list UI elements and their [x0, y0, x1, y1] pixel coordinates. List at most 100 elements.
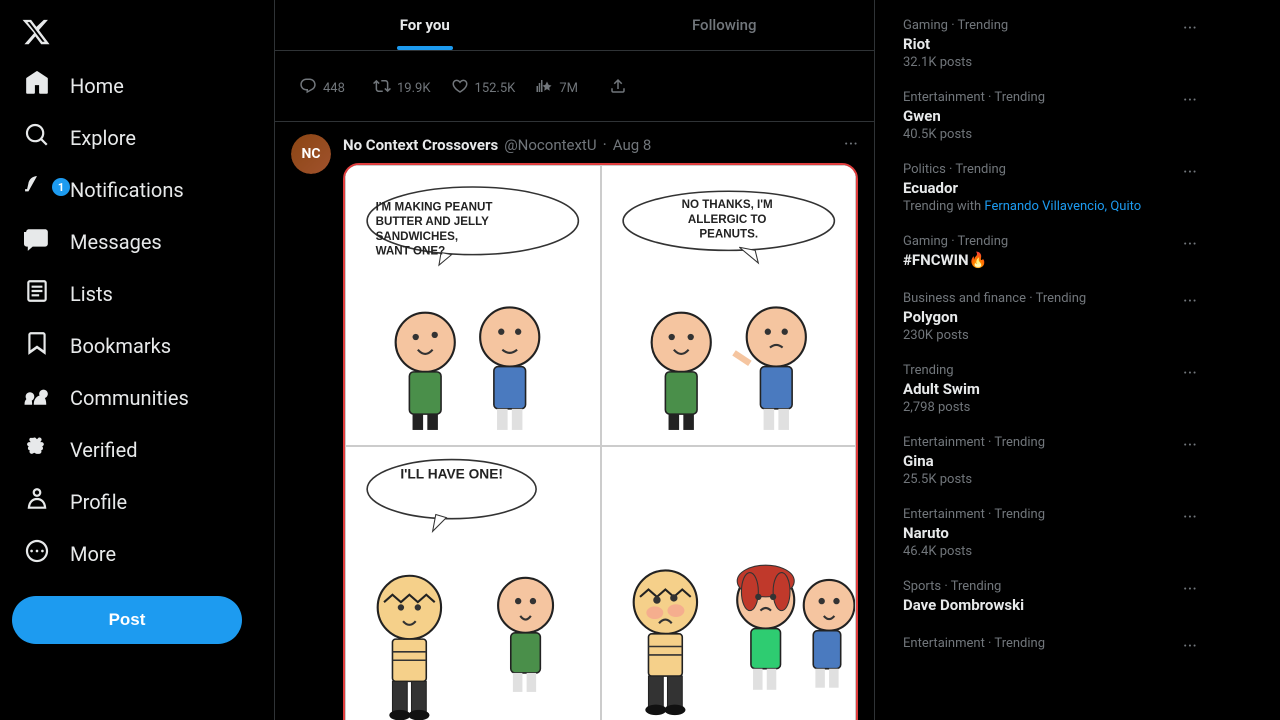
sidebar-item-messages[interactable]: Messages: [12, 216, 174, 268]
sidebar-item-verified-label: Verified: [70, 438, 138, 462]
trending-item-gwen[interactable]: Entertainment · Trending Gwen 40.5K post…: [891, 80, 1209, 152]
tweet-avatar: NC: [291, 134, 331, 174]
tweet-prev-actions: 448 19.9K 152.5K 7M: [291, 71, 858, 105]
post-button[interactable]: Post: [12, 596, 242, 644]
trending-more-5[interactable]: ···: [1183, 291, 1197, 312]
sidebar-item-explore[interactable]: Explore: [12, 112, 148, 164]
trending-more-6[interactable]: ···: [1183, 363, 1197, 384]
trending-more-10[interactable]: ···: [1183, 636, 1197, 657]
retweet-count-prev: 19.9K: [397, 81, 431, 96]
trending-title-2: Gwen: [903, 107, 1045, 125]
sidebar-item-bookmarks[interactable]: Bookmarks: [12, 320, 183, 372]
trending-posts-7: 25.5K posts: [903, 472, 1045, 487]
sidebar-item-lists[interactable]: Lists: [12, 268, 125, 320]
trending-section: Gaming · Trending Riot 32.1K posts ··· E…: [891, 8, 1209, 667]
trending-item-10[interactable]: Entertainment · Trending ···: [891, 626, 1209, 667]
sidebar-item-bookmarks-label: Bookmarks: [70, 334, 171, 358]
like-count-prev: 152.5K: [475, 81, 516, 96]
trending-more-9[interactable]: ···: [1183, 579, 1197, 600]
trending-meta-10: Entertainment · Trending: [903, 636, 1045, 651]
trending-item-fncwin[interactable]: Gaming · Trending #FNCWIN🔥 ···: [891, 224, 1209, 281]
views-action-prev[interactable]: 7M: [527, 71, 597, 105]
trending-title-6: Adult Swim: [903, 380, 980, 398]
tweet-comic[interactable]: NC No Context Crossovers @NocontextU · A…: [275, 122, 874, 720]
trending-item-polygon[interactable]: Business and finance · Trending Polygon …: [891, 281, 1209, 353]
tweet-more-button[interactable]: ···: [844, 134, 858, 155]
comic-strip: I'M MAKING PEANUT BUTTER AND JELLY SANDW…: [345, 165, 856, 720]
right-sidebar: Gaming · Trending Riot 32.1K posts ··· E…: [875, 0, 1225, 720]
like-icon: [451, 77, 469, 99]
comic-panel-3: I'LL HAVE ONE!: [345, 446, 601, 720]
trending-posts-3: Trending with Fernando Villavencio, Quit…: [903, 199, 1141, 214]
sidebar-item-communities-label: Communities: [70, 386, 189, 410]
trending-more-4[interactable]: ···: [1183, 234, 1197, 255]
home-icon: [24, 70, 50, 102]
tweet-header: No Context Crossovers @NocontextU · Aug …: [343, 134, 858, 155]
svg-text:I'LL HAVE ONE!: I'LL HAVE ONE!: [400, 466, 503, 481]
trending-meta-8: Entertainment · Trending: [903, 507, 1045, 522]
tweet-image: I'M MAKING PEANUT BUTTER AND JELLY SANDW…: [343, 163, 858, 720]
tweet-handle: @NocontextU: [504, 136, 596, 154]
verified-icon: [24, 434, 50, 466]
comic-panel-4: [601, 446, 857, 720]
views-count-prev: 7M: [559, 81, 578, 96]
share-icon: [609, 77, 627, 99]
explore-icon: [24, 122, 50, 154]
trending-title-9: Dave Dombrowski: [903, 596, 1024, 614]
reply-action-prev[interactable]: 448: [291, 71, 361, 105]
views-icon: [535, 77, 553, 99]
sidebar-item-profile[interactable]: Profile: [12, 476, 139, 528]
trending-title-5: Polygon: [903, 308, 1086, 326]
trending-meta-7: Entertainment · Trending: [903, 435, 1045, 450]
tweet-1[interactable]: 448 19.9K 152.5K 7M: [275, 51, 874, 122]
trending-posts-6: 2,798 posts: [903, 400, 980, 415]
sidebar: Home Explore 1 Notifications Messages: [0, 0, 275, 720]
trending-more-7[interactable]: ···: [1183, 435, 1197, 456]
sidebar-item-more[interactable]: More: [12, 528, 128, 580]
sidebar-item-notifications[interactable]: 1 Notifications: [12, 164, 196, 216]
trending-more-1[interactable]: ···: [1183, 18, 1197, 39]
sidebar-item-profile-label: Profile: [70, 490, 127, 514]
trending-more-2[interactable]: ···: [1183, 90, 1197, 111]
communities-icon: [24, 382, 50, 414]
sidebar-item-communities[interactable]: Communities: [12, 372, 201, 424]
retweet-icon: [373, 77, 391, 99]
lists-icon: [24, 278, 50, 310]
tweet-author: No Context Crossovers: [343, 136, 498, 154]
trending-item-riot[interactable]: Gaming · Trending Riot 32.1K posts ···: [891, 8, 1209, 80]
trending-item-dombrowski[interactable]: Sports · Trending Dave Dombrowski ···: [891, 569, 1209, 626]
trending-more-3[interactable]: ···: [1183, 162, 1197, 183]
trending-posts-1: 32.1K posts: [903, 55, 1008, 70]
trending-posts-2: 40.5K posts: [903, 127, 1045, 142]
sidebar-item-messages-label: Messages: [70, 230, 162, 254]
reply-count-prev: 448: [323, 81, 345, 96]
sidebar-item-verified[interactable]: Verified: [12, 424, 150, 476]
trending-title-1: Riot: [903, 35, 1008, 53]
sidebar-item-home-label: Home: [70, 74, 124, 98]
reply-icon: [299, 77, 317, 99]
trending-title-8: Naruto: [903, 524, 1045, 542]
trending-item-gina[interactable]: Entertainment · Trending Gina 25.5K post…: [891, 425, 1209, 497]
tab-following[interactable]: Following: [575, 0, 875, 50]
fncwin-icon: 🔥: [969, 251, 988, 269]
x-logo[interactable]: [12, 8, 60, 56]
trending-item-naruto[interactable]: Entertainment · Trending Naruto 46.4K po…: [891, 497, 1209, 569]
trending-meta-2: Entertainment · Trending: [903, 90, 1045, 105]
trending-posts-8: 46.4K posts: [903, 544, 1045, 559]
feed-tabs: For you Following: [275, 0, 874, 51]
sidebar-item-explore-label: Explore: [70, 126, 136, 150]
like-action-prev[interactable]: 152.5K: [443, 71, 524, 105]
trending-item-ecuador[interactable]: Politics · Trending Ecuador Trending wit…: [891, 152, 1209, 224]
sidebar-item-lists-label: Lists: [70, 282, 113, 306]
trending-more-8[interactable]: ···: [1183, 507, 1197, 528]
trending-meta-6: Trending: [903, 363, 980, 378]
sidebar-item-more-label: More: [70, 542, 116, 566]
sidebar-item-home[interactable]: Home: [12, 60, 136, 112]
tweet-date: Aug 8: [613, 136, 652, 154]
notification-badge: 1: [52, 178, 70, 196]
share-action-prev[interactable]: [601, 71, 671, 105]
trending-link-3[interactable]: Fernando Villavencio, Quito: [984, 199, 1141, 214]
retweet-action-prev[interactable]: 19.9K: [365, 71, 439, 105]
trending-item-adultswim[interactable]: Trending Adult Swim 2,798 posts ···: [891, 353, 1209, 425]
tab-for-you[interactable]: For you: [275, 0, 575, 50]
